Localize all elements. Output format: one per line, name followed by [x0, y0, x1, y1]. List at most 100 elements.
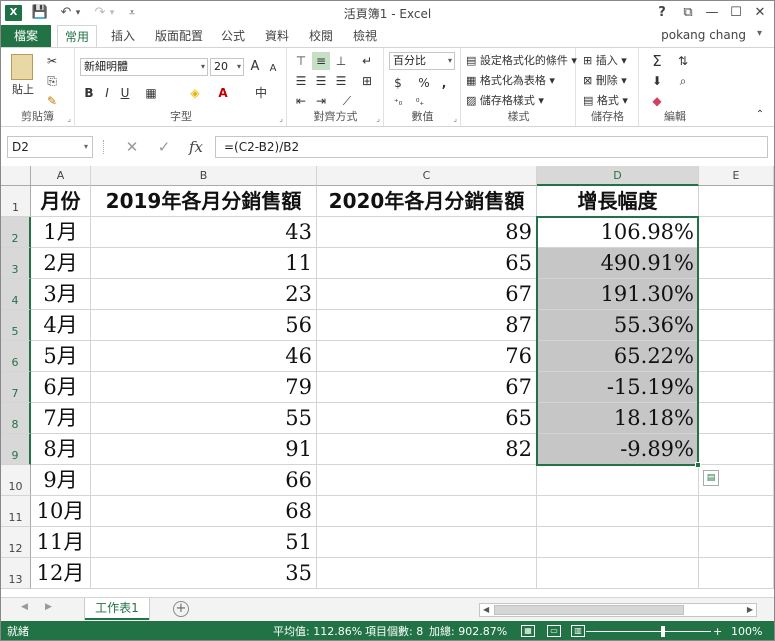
fill-color-icon[interactable]: ◈ [186, 84, 204, 102]
sheet-prev-icon[interactable]: ◀ [21, 602, 28, 612]
growth-cell[interactable]: 490.91% [537, 248, 699, 279]
cut-icon[interactable]: ✂ [43, 52, 61, 70]
insert-cells-button[interactable]: ⊞ 插入 ▾ [583, 53, 627, 69]
sales-cell[interactable]: 35 [91, 558, 317, 589]
sales-cell[interactable]: 56 [91, 310, 317, 341]
tab-data[interactable]: 資料 [259, 25, 295, 47]
growth-cell[interactable] [537, 496, 699, 527]
empty-cell[interactable] [699, 527, 774, 558]
month-cell[interactable]: 8月 [31, 434, 91, 465]
border-icon[interactable]: ▦ [142, 84, 160, 102]
row-header[interactable]: 7 [1, 372, 31, 403]
month-cell[interactable]: 6月 [31, 372, 91, 403]
ribbon-display-button[interactable]: ⧉ [677, 3, 699, 23]
tab-formulas[interactable]: 公式 [215, 25, 251, 47]
month-cell[interactable]: 3月 [31, 279, 91, 310]
scroll-left-icon[interactable]: ◀ [483, 604, 489, 616]
column-header[interactable]: D [537, 166, 699, 186]
sales-cell[interactable]: 43 [91, 217, 317, 248]
sales-cell[interactable]: 23 [91, 279, 317, 310]
page-break-view-icon[interactable]: ▥ [571, 625, 585, 637]
sales-cell[interactable]: 55 [91, 403, 317, 434]
sales-cell[interactable]: 68 [91, 496, 317, 527]
formula-input[interactable]: =(C2-B2)/B2 [215, 136, 768, 158]
empty-cell[interactable] [699, 217, 774, 248]
comma-button[interactable]: , [435, 74, 453, 92]
clipboard-launcher-icon[interactable]: ⌟ [67, 114, 71, 123]
font-name-select[interactable]: 新細明體 ▾ [80, 58, 208, 76]
column-header[interactable]: A [31, 166, 91, 186]
empty-cell[interactable] [699, 434, 774, 465]
collapse-ribbon-icon[interactable]: ⌃ [751, 106, 769, 124]
row-header[interactable]: 11 [1, 496, 31, 527]
row-header[interactable]: 2 [1, 217, 31, 248]
empty-cell[interactable] [699, 310, 774, 341]
empty-cell[interactable] [699, 372, 774, 403]
minimize-button[interactable]: — [701, 3, 723, 23]
percent-button[interactable]: % [415, 74, 433, 92]
phonetic-button[interactable]: 中 [252, 84, 270, 102]
zoom-slider[interactable] [593, 631, 711, 632]
sales-cell[interactable]: 51 [91, 527, 317, 558]
empty-cell[interactable] [699, 496, 774, 527]
user-dropdown-icon[interactable]: ▾ [757, 28, 762, 39]
number-launcher-icon[interactable]: ⌟ [453, 114, 457, 123]
sales-cell[interactable]: 91 [91, 434, 317, 465]
cell-styles-button[interactable]: ▨ 儲存格樣式 ▾ [466, 93, 544, 109]
select-all-corner[interactable] [1, 166, 31, 186]
autosum-icon[interactable]: Σ [648, 52, 666, 70]
tab-home[interactable]: 常用 [57, 25, 97, 48]
sales-cell[interactable]: 65 [317, 248, 537, 279]
header-cell[interactable]: 月份 [31, 186, 91, 217]
month-cell[interactable]: 12月 [31, 558, 91, 589]
row-header[interactable]: 10 [1, 465, 31, 496]
column-header[interactable]: C [317, 166, 537, 186]
growth-cell[interactable] [537, 465, 699, 496]
find-select-icon[interactable]: ⌕ [674, 72, 692, 90]
sheet-tab[interactable]: 工作表1 [85, 598, 149, 620]
maximize-button[interactable]: ☐ [725, 3, 747, 23]
zoom-slider-thumb[interactable] [661, 626, 665, 637]
alignment-launcher-icon[interactable]: ⌟ [376, 114, 380, 123]
row-header[interactable]: 1 [1, 186, 31, 217]
scroll-right-icon[interactable]: ▶ [747, 604, 753, 616]
header-cell[interactable]: 2019年各月分銷售額 [91, 186, 317, 217]
month-cell[interactable]: 2月 [31, 248, 91, 279]
sales-cell[interactable]: 79 [91, 372, 317, 403]
row-header[interactable]: 8 [1, 403, 31, 434]
font-color-icon[interactable]: A [214, 84, 232, 102]
row-header[interactable]: 4 [1, 279, 31, 310]
empty-cell[interactable] [699, 248, 774, 279]
paste-icon[interactable] [11, 54, 33, 80]
sheet-next-icon[interactable]: ▶ [45, 602, 52, 612]
add-sheet-icon[interactable]: + [173, 601, 189, 617]
sales-cell[interactable]: 11 [91, 248, 317, 279]
sales-cell[interactable]: 65 [317, 403, 537, 434]
number-format-select[interactable]: 百分比 ▾ [389, 52, 455, 70]
cancel-icon[interactable]: ✕ [121, 136, 143, 158]
format-cells-button[interactable]: ▤ 格式 ▾ [583, 93, 628, 109]
growth-cell[interactable]: 191.30% [537, 279, 699, 310]
paste-button[interactable]: 貼上 [12, 82, 34, 98]
merge-center-icon[interactable]: ⊞ [358, 72, 376, 90]
sales-cell[interactable]: 76 [317, 341, 537, 372]
tab-review[interactable]: 校閱 [303, 25, 339, 47]
month-cell[interactable]: 7月 [31, 403, 91, 434]
fill-handle[interactable] [695, 462, 701, 468]
growth-cell[interactable]: -15.19% [537, 372, 699, 403]
underline-button[interactable]: U [116, 84, 134, 102]
sales-cell[interactable]: 89 [317, 217, 537, 248]
empty-cell[interactable] [699, 186, 774, 217]
align-right-icon[interactable]: ☰ [332, 72, 350, 90]
sales-cell[interactable] [317, 496, 537, 527]
shrink-font-button[interactable]: A [264, 60, 282, 78]
row-header[interactable]: 9 [1, 434, 31, 465]
help-button[interactable]: ? [651, 3, 673, 23]
format-as-table-button[interactable]: ▦ 格式化為表格 ▾ [466, 73, 555, 89]
sales-cell[interactable] [317, 527, 537, 558]
sales-cell[interactable]: 66 [91, 465, 317, 496]
sales-cell[interactable]: 67 [317, 279, 537, 310]
row-header[interactable]: 12 [1, 527, 31, 558]
font-size-select[interactable]: 20 ▾ [210, 58, 244, 76]
tab-insert[interactable]: 插入 [103, 25, 143, 47]
